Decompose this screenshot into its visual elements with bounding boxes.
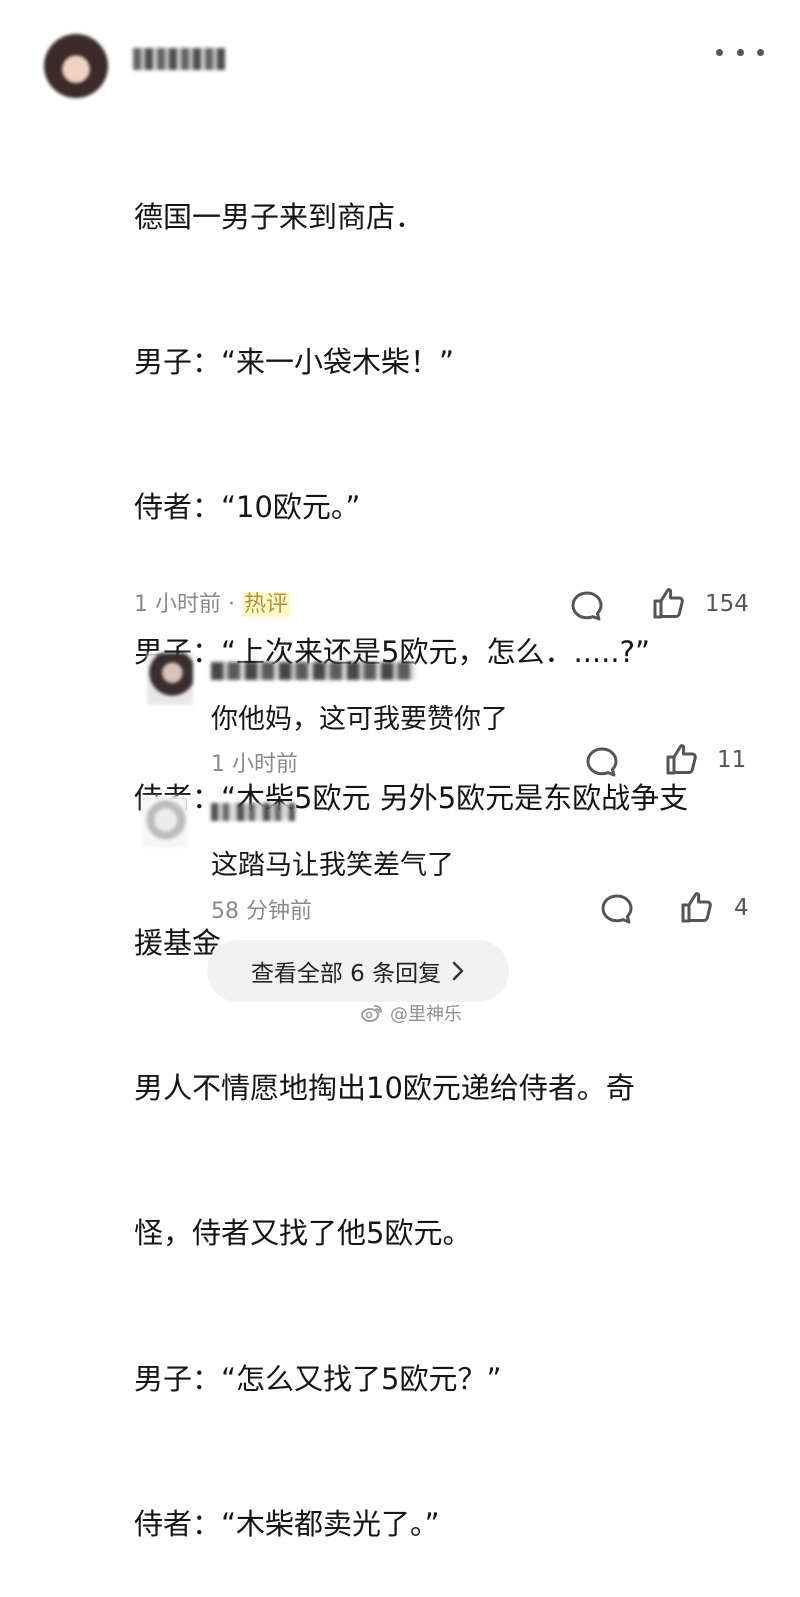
- reply-2-like-count: 4: [734, 895, 749, 921]
- view-all-label: 查看全部 6 条回复: [250, 961, 442, 987]
- view-all-replies-button[interactable]: 查看全部 6 条回复: [207, 940, 509, 1002]
- joke-line: 男人不情愿地掏出10欧元递给侍者。奇: [134, 1071, 635, 1106]
- reply-2-like-button[interactable]: 4: [679, 890, 749, 926]
- joke-line: 怪，侍者又找了他5欧元。: [134, 1216, 472, 1251]
- reply-1-avatar[interactable]: [147, 653, 193, 705]
- main-comment-reply-button[interactable]: [570, 589, 604, 623]
- more-dot-icon: [757, 48, 764, 56]
- joke-line: 男子：“来一小袋木柴！”: [134, 345, 455, 380]
- joke-line: 男子：“怎么又找了5欧元？”: [134, 1361, 502, 1396]
- main-comment-time: 1 小时前: [134, 592, 221, 617]
- more-dot-icon: [716, 48, 723, 56]
- reply-1-like-button[interactable]: 11: [664, 742, 746, 778]
- weibo-watermark: @里神乐: [360, 1000, 462, 1026]
- reply-1-like-count: 11: [717, 747, 747, 773]
- reply-2-text: 这踏马让我笑差气了: [211, 850, 454, 881]
- comment-icon: [571, 591, 603, 621]
- watermark-text: @里神乐: [390, 1004, 462, 1025]
- chevron-right-icon: [452, 961, 464, 981]
- reply-1-text: 你他妈，这可我要赞你了: [211, 704, 508, 735]
- reply-2-username[interactable]: [211, 803, 295, 821]
- reply-1-username[interactable]: [211, 662, 415, 680]
- joke-line: 侍者：“10欧元。”: [134, 490, 361, 525]
- reply-2-avatar[interactable]: [142, 796, 188, 848]
- meta-separator: ·: [228, 592, 235, 617]
- main-comment-like-button[interactable]: 154: [651, 586, 749, 622]
- main-comment-username[interactable]: [133, 48, 225, 70]
- comment-icon: [586, 747, 618, 777]
- comment-icon: [601, 894, 633, 924]
- like-icon: [681, 892, 712, 923]
- main-comment-avatar[interactable]: [44, 34, 108, 98]
- reply-1-time: 1 小时前: [211, 752, 298, 777]
- main-comment-meta: 1 小时前 · 热评: [134, 586, 291, 618]
- reply-2-comment-button[interactable]: [600, 892, 634, 926]
- main-like-count: 154: [705, 591, 749, 617]
- reply-2-time: 58 分钟前: [211, 899, 312, 924]
- weibo-icon: [361, 1005, 382, 1022]
- like-icon: [666, 744, 697, 775]
- reply-1-comment-button[interactable]: [585, 745, 619, 779]
- joke-line: 侍者：“木柴都卖光了。”: [134, 1506, 440, 1541]
- joke-line: 德国一男子来到商店．: [134, 199, 425, 234]
- more-button[interactable]: [716, 40, 764, 64]
- hot-comment-badge: 热评: [242, 592, 291, 617]
- like-icon: [653, 588, 684, 619]
- more-dot-icon: [736, 48, 744, 56]
